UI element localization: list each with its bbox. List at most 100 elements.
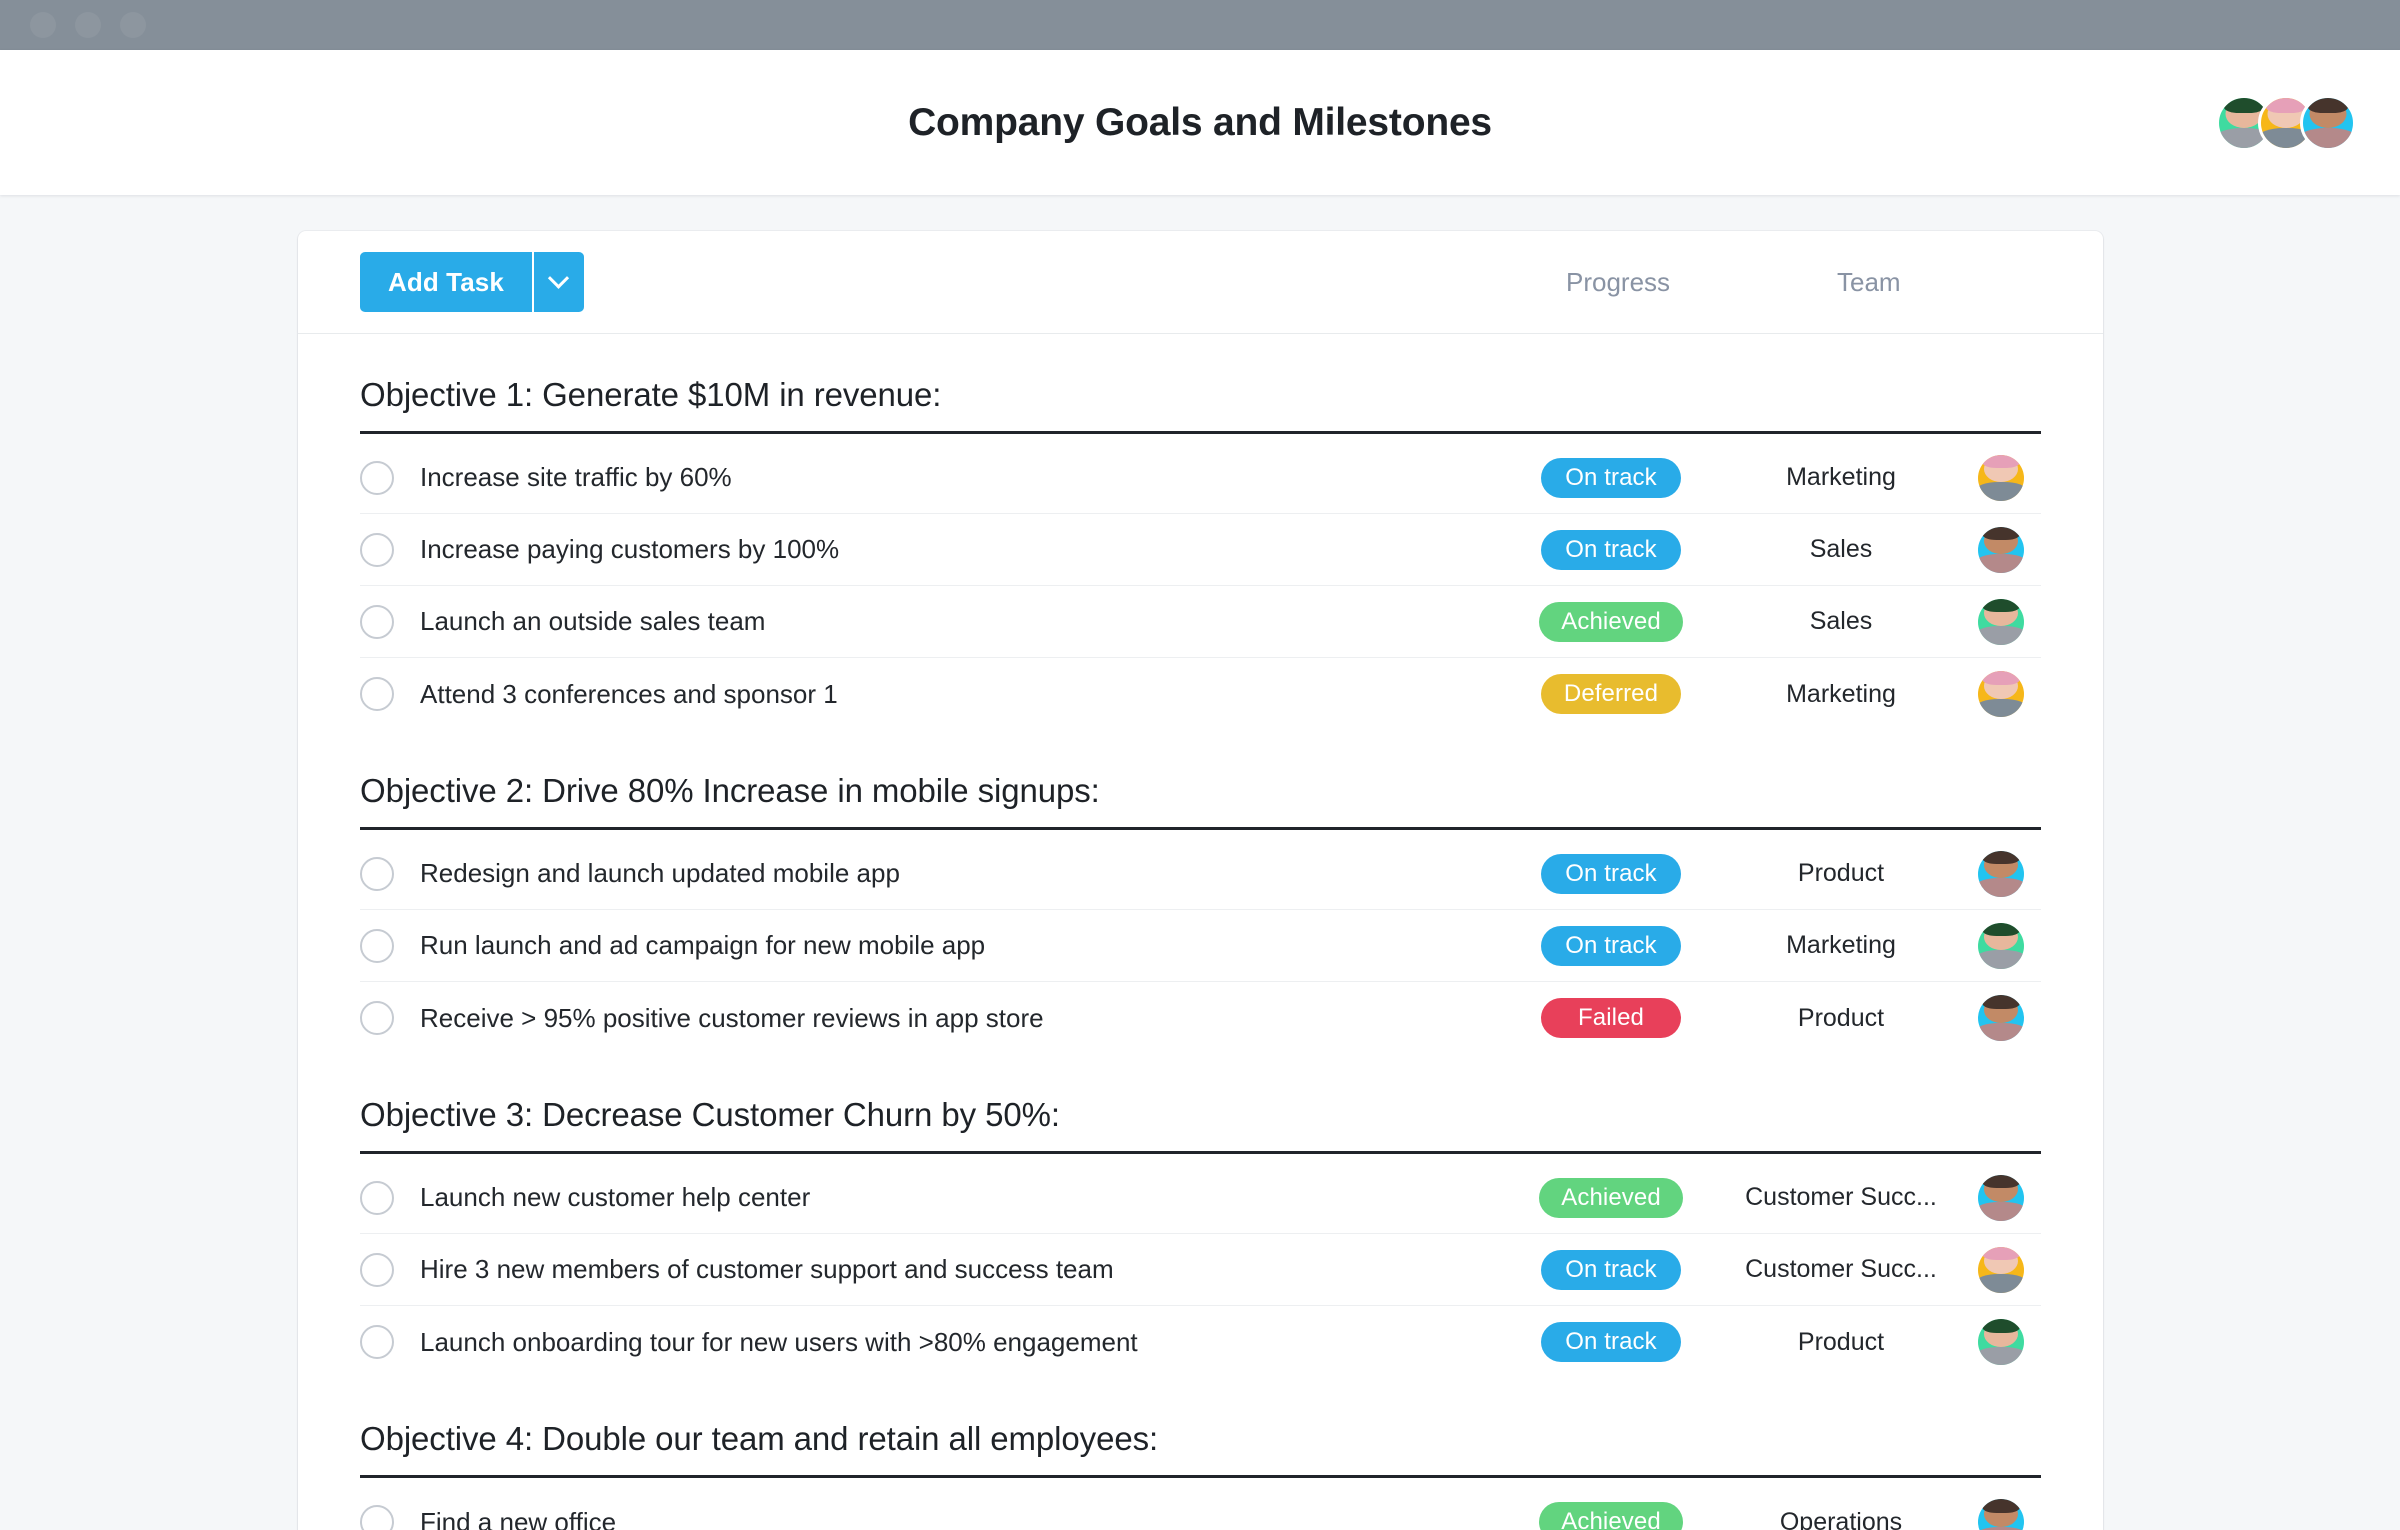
status-badge[interactable]: Deferred — [1541, 674, 1681, 714]
avatar-body — [1978, 950, 2024, 969]
task-name[interactable]: Attend 3 conferences and sponsor 1 — [420, 679, 1501, 710]
task-complete-checkbox[interactable] — [360, 928, 394, 963]
avatar-hair — [1982, 995, 2020, 1009]
close-dot[interactable] — [30, 12, 56, 38]
task-row[interactable]: Increase paying customers by 100% On trac… — [360, 514, 2041, 586]
avatar-body — [1978, 878, 2024, 897]
team-cell[interactable]: Sales — [1721, 535, 1961, 564]
task-row[interactable]: Run launch and ad campaign for new mobil… — [360, 910, 2041, 982]
task-name[interactable]: Redesign and launch updated mobile app — [420, 858, 1501, 889]
task-row[interactable]: Find a new office Achieved Operations — [360, 1486, 2041, 1530]
task-name[interactable]: Launch an outside sales team — [420, 606, 1501, 637]
status-badge[interactable]: On track — [1541, 457, 1681, 498]
add-task-button-group[interactable]: Add Task — [360, 252, 584, 312]
team-cell[interactable]: Marketing — [1721, 680, 1961, 709]
task-complete-checkbox[interactable] — [360, 1252, 394, 1287]
task-row[interactable]: Redesign and launch updated mobile app On… — [360, 838, 2041, 910]
chevron-down-icon — [548, 267, 570, 289]
task-complete-checkbox[interactable] — [360, 532, 394, 567]
assignee-avatar — [1978, 1174, 2024, 1221]
avatar-hair — [1982, 1499, 2020, 1513]
avatar-hair — [1982, 454, 2020, 469]
task-complete-checkbox[interactable] — [360, 856, 394, 891]
assignee-cell[interactable] — [1961, 1174, 2041, 1221]
app-header: Company Goals and Milestones — [0, 50, 2400, 195]
add-task-button[interactable]: Add Task — [360, 252, 532, 312]
task-list: Redesign and launch updated mobile app On… — [360, 830, 2041, 1054]
avatar-body — [1978, 698, 2024, 717]
task-row[interactable]: Increase site traffic by 60% On track Mark… — [360, 442, 2041, 514]
team-cell[interactable]: Product — [1721, 1328, 1961, 1357]
task-row[interactable]: Launch new customer help center Achieved C… — [360, 1162, 2041, 1234]
task-complete-checkbox[interactable] — [360, 1325, 394, 1359]
team-cell[interactable]: Marketing — [1721, 463, 1961, 492]
team-cell[interactable]: Marketing — [1721, 931, 1961, 960]
progress-cell: On track — [1501, 529, 1721, 570]
progress-cell: Achieved — [1501, 1177, 1721, 1218]
status-badge[interactable]: On track — [1541, 529, 1681, 570]
assignee-cell[interactable] — [1961, 671, 2041, 717]
minimize-dot[interactable] — [75, 12, 101, 38]
task-name[interactable]: Hire 3 new members of customer support a… — [420, 1254, 1501, 1285]
assignee-cell[interactable] — [1961, 850, 2041, 897]
zoom-dot[interactable] — [120, 12, 146, 38]
status-badge[interactable]: Failed — [1541, 998, 1681, 1038]
objective-block: Objective 4: Double our team and retain … — [298, 1378, 2103, 1530]
progress-cell: On track — [1501, 1322, 1721, 1362]
task-name[interactable]: Receive > 95% positive customer reviews … — [420, 1003, 1501, 1034]
status-badge[interactable]: On track — [1541, 853, 1681, 894]
status-badge[interactable]: On track — [1541, 1322, 1681, 1362]
avatar-body — [2303, 127, 2353, 148]
page-title: Company Goals and Milestones — [908, 100, 1492, 144]
task-name[interactable]: Increase site traffic by 60% — [420, 462, 1501, 493]
task-complete-checkbox[interactable] — [360, 1001, 394, 1035]
status-badge[interactable]: On track — [1541, 925, 1681, 966]
task-row[interactable]: Attend 3 conferences and sponsor 1 Deferr… — [360, 658, 2041, 730]
assignee-cell[interactable] — [1961, 995, 2041, 1041]
task-complete-checkbox[interactable] — [360, 604, 394, 639]
task-name[interactable]: Find a new office — [420, 1507, 1501, 1530]
assignee-cell[interactable] — [1961, 1319, 2041, 1365]
status-badge[interactable]: Achieved — [1539, 1502, 1683, 1530]
assignee-cell[interactable] — [1961, 454, 2041, 501]
task-complete-checkbox[interactable] — [360, 1505, 394, 1530]
column-header-team: Team — [1837, 266, 1901, 297]
task-name[interactable]: Run launch and ad campaign for new mobil… — [420, 930, 1501, 961]
objective-block: Objective 1: Generate $10M in revenue: In… — [298, 334, 2103, 730]
avatar-hair — [1982, 1319, 2020, 1333]
task-complete-checkbox[interactable] — [360, 460, 394, 495]
task-row[interactable]: Hire 3 new members of customer support a… — [360, 1234, 2041, 1306]
progress-cell: Failed — [1501, 998, 1721, 1038]
task-name[interactable]: Launch new customer help center — [420, 1182, 1501, 1213]
task-row[interactable]: Launch an outside sales team Achieved Sale… — [360, 586, 2041, 658]
assignee-avatar — [1978, 922, 2024, 969]
assignee-cell[interactable] — [1961, 1246, 2041, 1293]
task-name[interactable]: Launch onboarding tour for new users wit… — [420, 1327, 1501, 1358]
team-cell[interactable]: Product — [1721, 859, 1961, 888]
assignee-cell[interactable] — [1961, 1499, 2041, 1530]
avatar-cyan — [2300, 94, 2356, 151]
task-row[interactable]: Launch onboarding tour for new users wit… — [360, 1306, 2041, 1378]
team-cell[interactable]: Customer Succ... — [1721, 1255, 1961, 1284]
team-cell[interactable]: Customer Succ... — [1721, 1183, 1961, 1212]
task-row[interactable]: Receive > 95% positive customer reviews … — [360, 982, 2041, 1054]
avatar-hair — [1982, 922, 2020, 937]
add-task-dropdown-button[interactable] — [531, 252, 584, 312]
task-complete-checkbox[interactable] — [360, 677, 394, 711]
objective-title: Objective 1: Generate $10M in revenue: — [360, 334, 2041, 434]
assignee-cell[interactable] — [1961, 526, 2041, 573]
assignee-avatar — [1978, 526, 2024, 573]
avatar-body — [1978, 482, 2024, 501]
assignee-cell[interactable] — [1961, 922, 2041, 969]
status-badge[interactable]: Achieved — [1539, 1177, 1683, 1218]
team-cell[interactable]: Operations — [1721, 1508, 1961, 1530]
assignee-cell[interactable] — [1961, 598, 2041, 645]
status-badge[interactable]: On track — [1541, 1249, 1681, 1290]
status-badge[interactable]: Achieved — [1539, 601, 1683, 642]
team-cell[interactable]: Sales — [1721, 607, 1961, 636]
progress-cell: On track — [1501, 853, 1721, 894]
task-complete-checkbox[interactable] — [360, 1180, 394, 1215]
task-name[interactable]: Increase paying customers by 100% — [420, 534, 1501, 565]
team-cell[interactable]: Product — [1721, 1004, 1961, 1033]
header-avatar-group[interactable] — [2216, 94, 2356, 151]
